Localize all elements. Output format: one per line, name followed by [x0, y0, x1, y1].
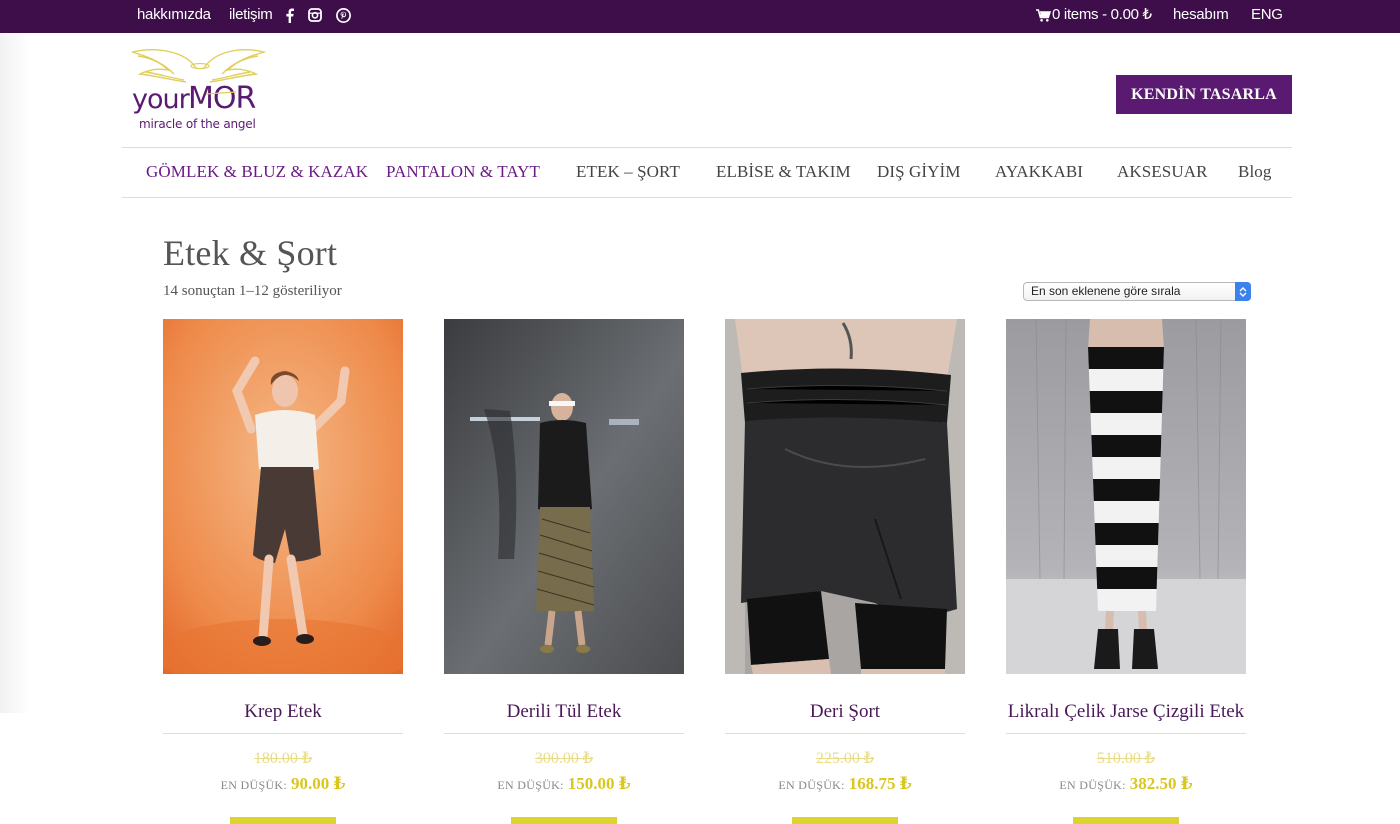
product-image[interactable]	[444, 319, 684, 674]
svg-text:MOR: MOR	[188, 81, 255, 116]
contact-link[interactable]: iletişim	[229, 6, 273, 24]
old-price: 300.00 ₺	[534, 750, 594, 767]
nav-shoes[interactable]: AYAKKABI	[995, 162, 1083, 182]
main-nav: GÖMLEK & BLUZ & KAZAK PANTALON & TAYT ET…	[122, 147, 1292, 198]
pinterest-icon[interactable]	[335, 6, 351, 24]
current-price: EN DÜŞÜK: 90.00 ₺	[163, 774, 403, 794]
product-card: Likralı Çelik Jarse Çizgili Etek 510.00 …	[1006, 319, 1246, 824]
page-title: Etek & Şort	[163, 233, 338, 273]
product-image[interactable]	[1006, 319, 1246, 674]
svg-text:miracle of the angel: miracle of the angel	[139, 117, 256, 131]
divider	[163, 733, 403, 734]
product-name[interactable]: Likralı Çelik Jarse Çizgili Etek	[1006, 701, 1246, 723]
nav-dresses-suits[interactable]: ELBİSE & TAKIM	[716, 162, 851, 182]
select-arrows-icon	[1235, 282, 1251, 301]
nav-accessories[interactable]: AKSESUAR	[1117, 162, 1208, 182]
nav-outerwear[interactable]: DIŞ GİYİM	[877, 162, 961, 182]
add-to-cart-button[interactable]	[792, 817, 898, 824]
divider	[725, 733, 965, 734]
instagram-icon[interactable]	[307, 6, 323, 24]
nav-blog[interactable]: Blog	[1238, 162, 1271, 182]
product-name[interactable]: Derili Tül Etek	[444, 701, 684, 723]
sort-select-value: En son eklenene göre sırala	[1031, 284, 1181, 298]
old-price: 510.00 ₺	[1096, 750, 1156, 767]
product-card: Deri Şort 225.00 ₺ EN DÜŞÜK: 168.75 ₺	[725, 319, 965, 824]
add-to-cart-button[interactable]	[230, 817, 336, 824]
price-label: EN DÜŞÜK:	[1059, 778, 1126, 792]
old-price: 225.00 ₺	[815, 750, 875, 767]
top-bar: hakkımızda iletişim 0 items - 0.00 ₺ hes…	[0, 0, 1400, 33]
old-price: 180.00 ₺	[253, 750, 313, 767]
account-link[interactable]: hesabım	[1173, 6, 1229, 24]
price-value: 382.50 ₺	[1129, 774, 1193, 793]
nav-pants-tights[interactable]: PANTALON & TAYT	[386, 162, 540, 182]
divider	[1006, 733, 1246, 734]
sort-select[interactable]: En son eklenene göre sırala	[1023, 282, 1251, 301]
language-switch[interactable]: ENG	[1251, 6, 1283, 24]
current-price: EN DÜŞÜK: 382.50 ₺	[1006, 774, 1246, 794]
product-card: Derili Tül Etek 300.00 ₺ EN DÜŞÜK: 150.0…	[444, 319, 684, 824]
divider	[444, 733, 684, 734]
nav-shirts-blouses-sweaters[interactable]: GÖMLEK & BLUZ & KAZAK	[146, 162, 368, 182]
price-label: EN DÜŞÜK:	[220, 778, 288, 792]
current-price: EN DÜŞÜK: 150.00 ₺	[444, 774, 684, 794]
product-image[interactable]	[725, 319, 965, 674]
design-your-own-button[interactable]: KENDİN TASARLA	[1116, 75, 1292, 114]
current-price: EN DÜŞÜK: 168.75 ₺	[725, 774, 965, 794]
facebook-icon[interactable]	[281, 6, 297, 24]
about-link[interactable]: hakkımızda	[137, 6, 211, 24]
cart-icon[interactable]	[1035, 6, 1051, 24]
product-image[interactable]	[163, 319, 403, 674]
result-count: 14 sonuçtan 1–12 gösteriliyor	[163, 283, 342, 299]
logo[interactable]: your MOR miracle of the angel	[128, 42, 268, 134]
product-name[interactable]: Krep Etek	[163, 701, 403, 723]
cart-summary[interactable]: 0 items - 0.00 ₺	[1052, 6, 1152, 24]
price-value: 150.00 ₺	[567, 774, 631, 793]
product-name[interactable]: Deri Şort	[725, 701, 965, 723]
price-value: 168.75 ₺	[848, 774, 912, 793]
price-label: EN DÜŞÜK:	[497, 778, 564, 792]
svg-text:your: your	[132, 84, 191, 115]
add-to-cart-button[interactable]	[511, 817, 617, 824]
product-card: Krep Etek 180.00 ₺ EN DÜŞÜK: 90.00 ₺	[163, 319, 403, 824]
add-to-cart-button[interactable]	[1073, 817, 1179, 824]
price-value: 90.00 ₺	[291, 774, 346, 793]
price-label: EN DÜŞÜK:	[778, 778, 845, 792]
nav-skirts-shorts[interactable]: ETEK – ŞORT	[576, 162, 680, 182]
left-shadow	[0, 33, 30, 713]
